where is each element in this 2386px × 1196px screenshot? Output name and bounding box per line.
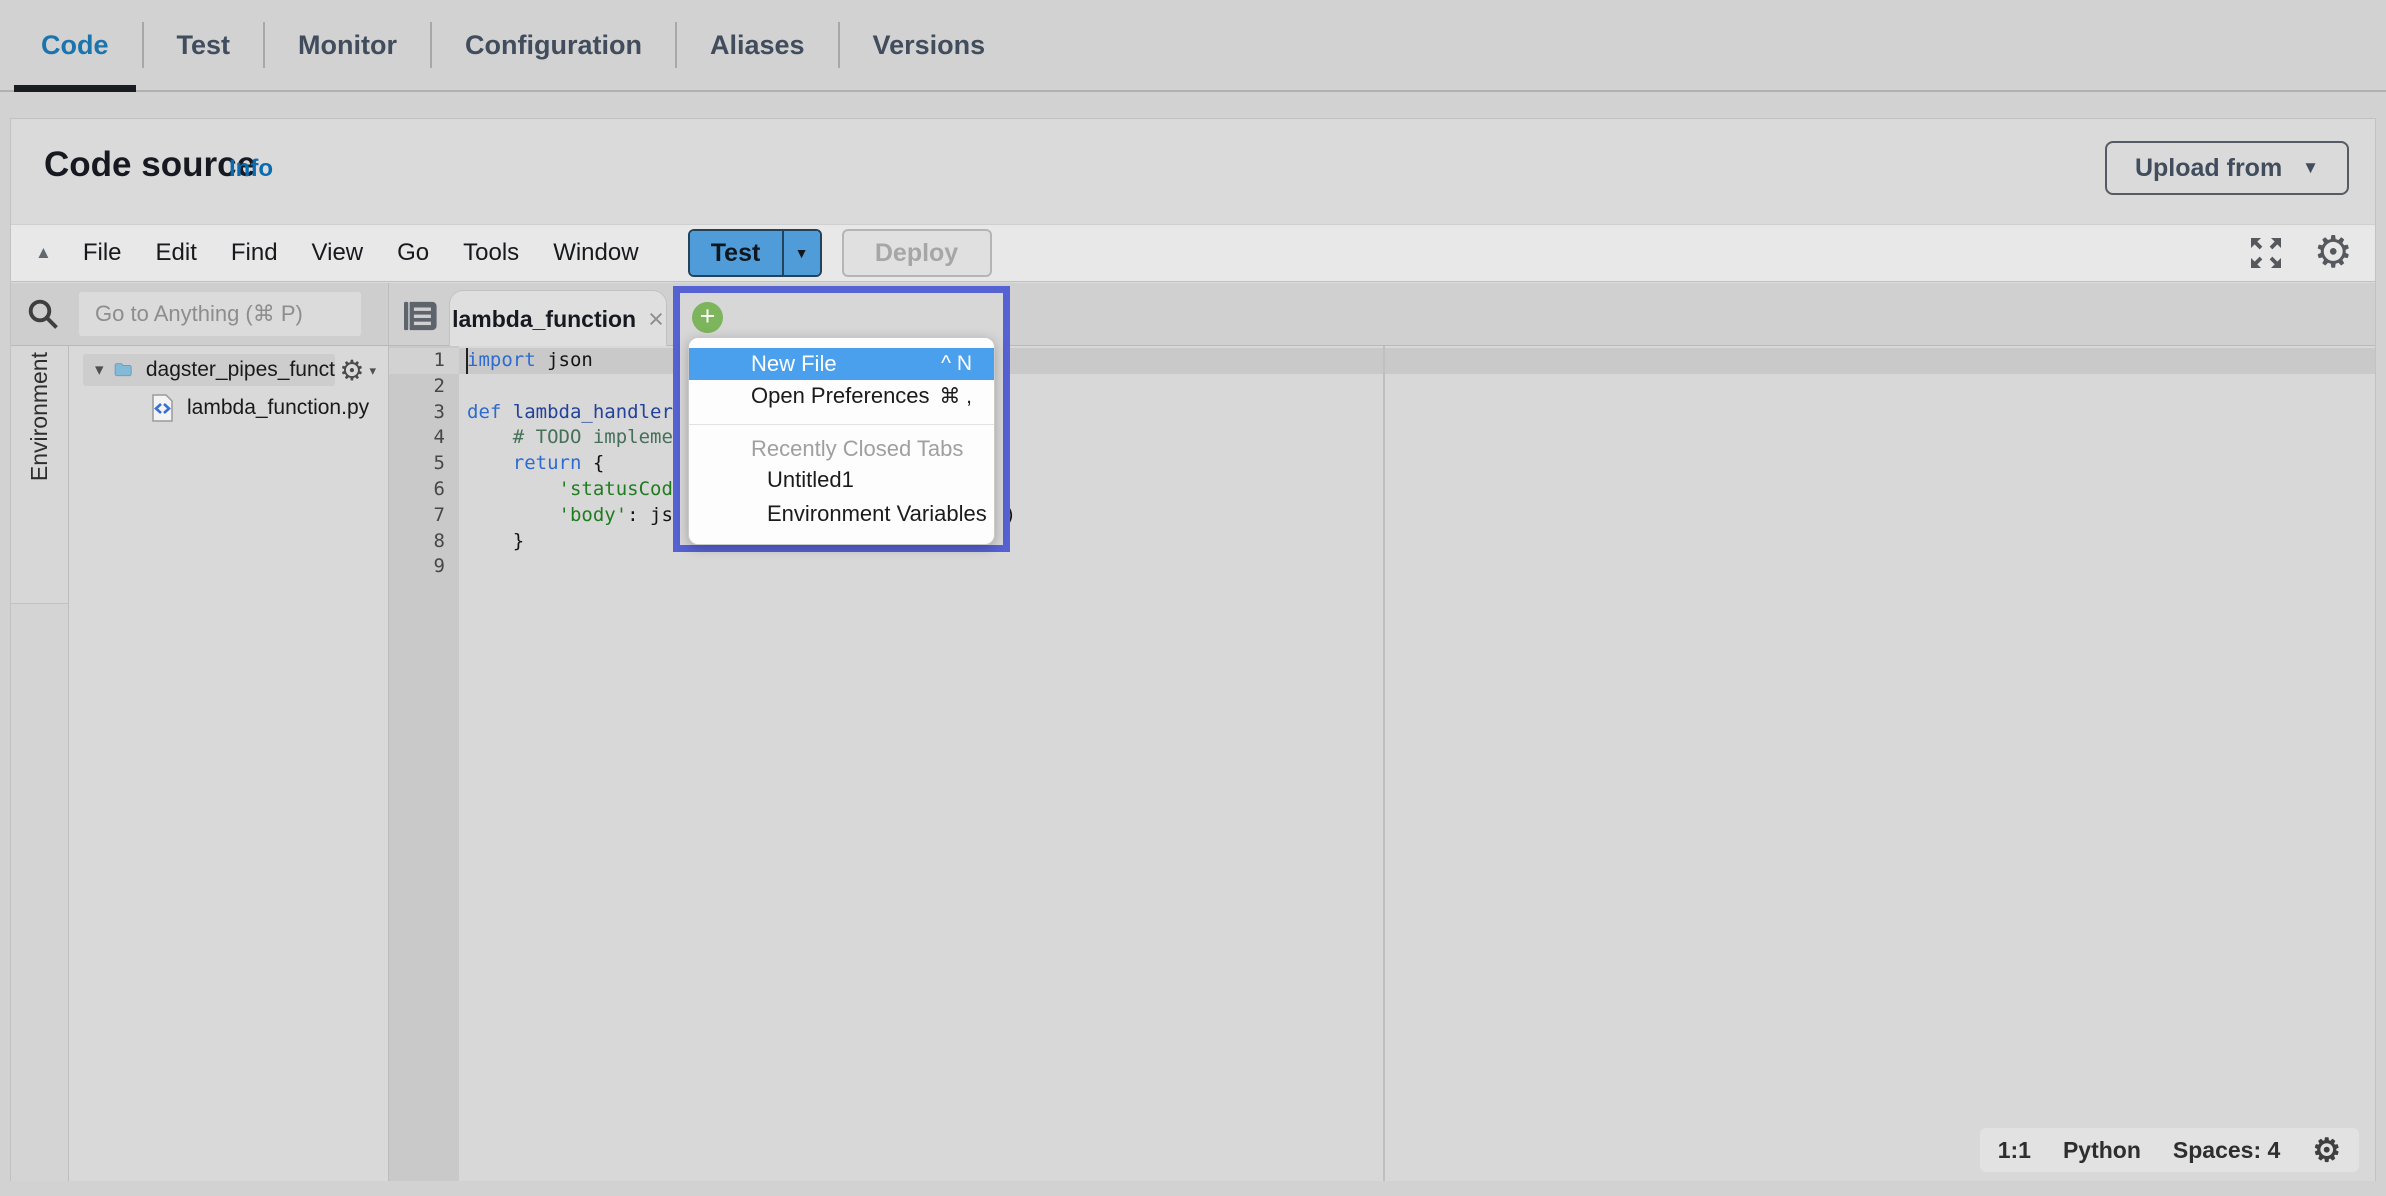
line-number: 8 (389, 529, 459, 555)
language-mode[interactable]: Python (2063, 1137, 2141, 1164)
menu-item-label: New File (751, 351, 837, 377)
gear-icon: ⚙ (339, 357, 364, 385)
menu-window[interactable]: Window (536, 239, 655, 267)
ide-window-controls: ⚙ (2246, 231, 2375, 275)
tab-aliases-label: Aliases (710, 30, 805, 61)
menu-item-environment-variables[interactable]: Environment Variables (689, 497, 994, 531)
tab-test[interactable]: Test (144, 0, 264, 90)
gear-icon[interactable]: ⚙ (2312, 1134, 2341, 1166)
test-dropdown-button[interactable]: ▼ (782, 231, 820, 275)
code-source-panel: Code source Info Upload from ▼ ▲ File Ed… (10, 118, 2376, 1181)
menu-item-shortcut: ⌘ , (939, 384, 972, 409)
line-number: 6 (389, 477, 459, 503)
menu-item-label: Open Preferences (751, 383, 930, 409)
tree-settings-button[interactable]: ⚙ ▾ (339, 357, 376, 385)
tab-list-icon (404, 300, 438, 332)
fullscreen-icon[interactable] (2246, 233, 2286, 273)
tree-file-row[interactable]: lambda_function.py (151, 392, 369, 424)
upload-from-button[interactable]: Upload from ▼ (2105, 141, 2349, 195)
file-code-icon (151, 394, 174, 422)
caret-up-icon[interactable]: ▲ (35, 243, 52, 263)
gear-icon[interactable]: ⚙ (2314, 231, 2353, 275)
menu-find[interactable]: Find (214, 239, 295, 267)
menu-item-untitled1[interactable]: Untitled1 (689, 463, 994, 497)
page-title: Code source (44, 145, 256, 185)
file-tree-panel: ▾ dagster_pipes_funct ⚙ ▾ lambda_functio… (69, 346, 389, 1181)
tab-list-button[interactable] (401, 298, 441, 334)
menu-view[interactable]: View (295, 239, 381, 267)
tab-versions[interactable]: Versions (840, 0, 1019, 90)
ide-content: Environment ▾ dagster_pipes_funct ⚙ ▾ (11, 346, 2375, 1181)
line-number: 7 (389, 503, 459, 529)
ide-menubar: ▲ File Edit Find View Go Tools Window Te… (11, 224, 2375, 282)
menu-edit[interactable]: Edit (139, 239, 214, 267)
environment-label: Environment (26, 352, 53, 481)
line-number: 1 (389, 348, 459, 374)
menu-section-recently-closed-tabs: Recently Closed Tabs (689, 435, 994, 463)
ide-toolbar: lambda_function × (11, 283, 2375, 346)
new-tab-context-menu: + New File ^ N Open Preferences ⌘ , Rece… (673, 286, 1010, 552)
editor-tab-label: lambda_function (452, 306, 636, 333)
menu-go[interactable]: Go (380, 239, 446, 267)
text-cursor (466, 348, 468, 374)
tree-folder-row[interactable]: ▾ dagster_pipes_funct (83, 354, 335, 386)
test-split-button: Test ▼ (688, 229, 822, 277)
file-name: lambda_function.py (187, 396, 369, 420)
test-button[interactable]: Test (690, 231, 782, 275)
environment-sidebar: Environment (11, 346, 69, 1181)
upload-from-label: Upload from (2135, 154, 2282, 183)
info-link[interactable]: Info (229, 155, 273, 183)
search-icon (25, 296, 61, 332)
editor-gutter: 1 2 3 4 5 6 7 8 9 (389, 346, 459, 1181)
code-line (467, 554, 1016, 580)
editor-status-bar: 1:1 Python Spaces: 4 ⚙ (1980, 1128, 2359, 1172)
tab-configuration-label: Configuration (465, 30, 642, 61)
tab-code[interactable]: Code (8, 0, 142, 90)
indentation-setting[interactable]: Spaces: 4 (2173, 1137, 2280, 1164)
go-to-anything-input[interactable] (79, 292, 361, 336)
deploy-button[interactable]: Deploy (842, 229, 992, 277)
plus-icon[interactable]: + (692, 302, 723, 333)
folder-icon (114, 357, 132, 383)
tab-test-label: Test (177, 30, 231, 61)
line-number: 9 (389, 554, 459, 580)
menu-tools[interactable]: Tools (446, 239, 536, 267)
tab-code-label: Code (41, 30, 109, 61)
caret-down-icon: ▼ (2302, 158, 2319, 178)
line-number: 4 (389, 425, 459, 451)
tab-versions-label: Versions (873, 30, 986, 61)
editor-tab-lambda-function[interactable]: lambda_function × (449, 290, 667, 347)
line-number: 2 (389, 374, 459, 400)
folder-name: dagster_pipes_funct (146, 358, 335, 382)
caret-down-icon: ▾ (369, 363, 376, 379)
disclosure-triangle-icon[interactable]: ▾ (95, 360, 104, 380)
context-menu-card: New File ^ N Open Preferences ⌘ , Recent… (688, 337, 995, 545)
tab-configuration[interactable]: Configuration (432, 0, 675, 90)
line-number: 5 (389, 451, 459, 477)
tab-monitor[interactable]: Monitor (265, 0, 430, 90)
tab-monitor-label: Monitor (298, 30, 397, 61)
environment-sidebar-tab[interactable]: Environment (11, 346, 68, 604)
line-number: 3 (389, 400, 459, 426)
function-nav: Code Test Monitor Configuration Aliases … (0, 0, 2386, 92)
menu-item-new-file[interactable]: New File ^ N (689, 348, 994, 380)
caret-down-icon: ▼ (795, 245, 809, 261)
search-region (11, 283, 389, 345)
menu-item-shortcut: ^ N (941, 352, 972, 376)
menu-separator (689, 424, 994, 425)
menu-file[interactable]: File (66, 239, 139, 267)
cursor-position[interactable]: 1:1 (1998, 1137, 2031, 1164)
tab-aliases[interactable]: Aliases (677, 0, 838, 90)
close-icon[interactable]: × (648, 304, 664, 335)
print-margin-line (1383, 346, 1385, 1181)
menu-item-open-preferences[interactable]: Open Preferences ⌘ , (689, 380, 994, 412)
